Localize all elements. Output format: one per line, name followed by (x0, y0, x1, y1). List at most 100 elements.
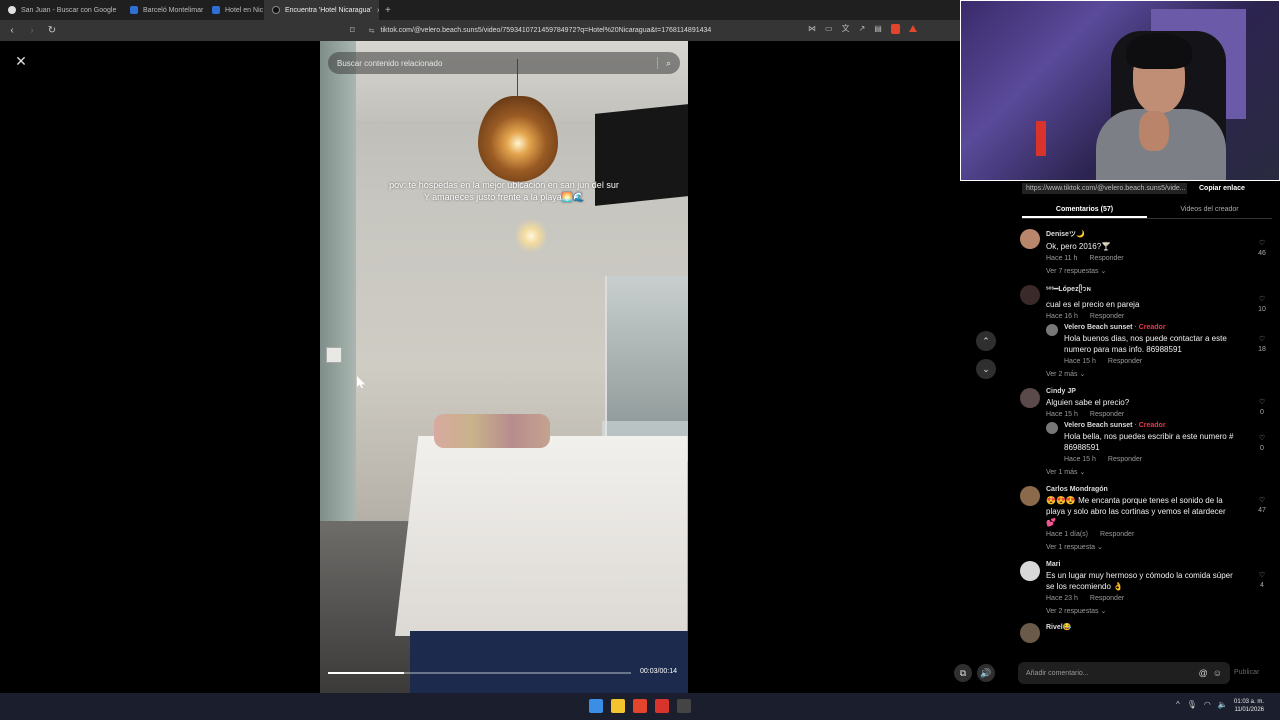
tab-hotel[interactable]: Hotel en Nic (204, 0, 264, 20)
avatar[interactable] (1020, 561, 1040, 581)
tab-tiktok[interactable]: Encuentra 'Hotel Nicaragua' × (264, 0, 379, 20)
start-icon[interactable] (589, 699, 603, 713)
comment-username[interactable]: Carlos Mondragón (1046, 486, 1272, 493)
reply-button[interactable]: Responder (1090, 313, 1124, 320)
comment-time: Hace 15 h (1046, 411, 1078, 418)
comment-text: 😍😍😍 Me encanta porque tenes el sonido de… (1046, 496, 1226, 527)
related-search-input[interactable]: Buscar contenido relacionado ⌕ (328, 52, 680, 74)
google-icon (8, 6, 16, 14)
share-icon[interactable]: ↗ (859, 24, 866, 33)
video-frame-mirror (605, 276, 688, 436)
heart-icon: ♡ (1258, 572, 1266, 579)
publish-button[interactable]: Publicar (1234, 669, 1259, 676)
toolbar-icons: ⋈ ▭ 文 ↗ ▤ (808, 23, 917, 34)
avatar[interactable] (1046, 324, 1058, 336)
creator-reply: Velero Beach sunset · Creador Hola bella… (1046, 422, 1272, 463)
recording-app-icon[interactable] (655, 699, 669, 713)
copy-link-button[interactable]: Copiar enlace (1199, 185, 1245, 192)
reply-button[interactable]: Responder (1100, 531, 1134, 538)
reply-username[interactable]: Velero Beach sunset (1064, 422, 1132, 429)
extension-icon[interactable]: ⋈ (808, 24, 816, 33)
caption-line-2: Y amaneces justo frente a la playa🌅🌊 (423, 192, 585, 202)
webcam-light (1036, 121, 1046, 156)
tab-label: Barceló Montelimar (143, 6, 204, 14)
comment-time: Hace 23 h (1046, 595, 1078, 602)
comment-username[interactable]: Rivel😂 (1046, 623, 1272, 631)
avatar[interactable] (1020, 388, 1040, 408)
site-info-icon[interactable]: ⇆ (369, 27, 375, 35)
new-tab-button[interactable]: + (379, 5, 397, 16)
webcam-person-hand (1139, 111, 1169, 151)
comment-username[interactable]: Deniseツ🌙 (1046, 229, 1272, 239)
caption-line-1: pov: te hospedas en la mejor ubicación e… (389, 180, 619, 190)
back-button[interactable]: ‹ (4, 25, 20, 36)
close-video-button[interactable]: ✕ (12, 52, 30, 70)
reply-username[interactable]: Velero Beach sunset (1064, 324, 1132, 331)
avatar[interactable] (1046, 422, 1058, 434)
video-frame-sconce (516, 216, 546, 256)
like-button[interactable]: ♡ 10 (1256, 295, 1268, 315)
tab-creator-videos[interactable]: Videos del creador (1147, 201, 1272, 218)
microphone-icon[interactable]: 🎙 (1187, 700, 1197, 709)
reply-button[interactable]: Responder (1090, 411, 1124, 418)
bookmark-icon[interactable]: ⌑ (350, 25, 355, 36)
reply-button[interactable]: Responder (1090, 595, 1124, 602)
avatar[interactable] (1020, 285, 1040, 305)
view-replies-button[interactable]: Ver 7 respuestas ⌄ (1046, 267, 1272, 275)
comment-username[interactable]: Mari (1046, 561, 1272, 568)
view-replies-button[interactable]: Ver 2 respuestas ⌄ (1046, 607, 1272, 615)
page-icon (212, 6, 220, 14)
wifi-icon[interactable]: ◠ (1204, 700, 1211, 709)
comment-username[interactable]: ˢᵒˢ━Lópezᥫ᭡ɴ (1046, 285, 1272, 297)
video-frame-bed-base (410, 631, 688, 693)
cast-icon[interactable]: ▭ (825, 24, 833, 33)
url-text[interactable]: tiktok.com/@velero.beach.suns5/video/759… (381, 27, 712, 34)
next-video-button[interactable]: ⌄ (976, 359, 996, 379)
comment-text: Ok, pero 2016?🍸 (1046, 242, 1112, 251)
previous-video-button[interactable]: ⌃ (976, 331, 996, 351)
like-button[interactable]: ♡ 46 (1256, 239, 1268, 259)
tab-comments[interactable]: Comentarios (57) (1022, 201, 1147, 218)
view-replies-button[interactable]: Ver 2 más ⌄ (1046, 370, 1272, 378)
view-replies-button[interactable]: Ver 1 respuesta ⌄ (1046, 543, 1272, 551)
avatar[interactable] (1020, 229, 1040, 249)
comment-username[interactable]: Cindy JP (1046, 388, 1272, 395)
avatar[interactable] (1020, 486, 1040, 506)
settings-icon[interactable] (677, 699, 691, 713)
translate-icon[interactable]: 文 (842, 23, 850, 34)
reload-button[interactable]: ↻ (44, 25, 60, 36)
like-button[interactable]: ♡ 4 (1256, 571, 1268, 591)
autoscroll-button[interactable]: ⧉ (954, 664, 972, 682)
video-player[interactable]: Buscar contenido relacionado ⌕ pov: te h… (320, 41, 688, 693)
brave-browser-icon[interactable] (633, 699, 647, 713)
reply-like-button[interactable]: ♡ 18 (1256, 335, 1268, 355)
speaker-icon[interactable]: 🔈 (1218, 700, 1228, 709)
like-button[interactable]: ♡ 47 (1256, 496, 1268, 516)
brave-rewards-icon[interactable] (908, 25, 917, 32)
brave-shield-icon[interactable] (890, 23, 900, 34)
video-frame-floor (320, 521, 410, 693)
mention-icon[interactable]: @ (1199, 668, 1208, 678)
tray-caret-icon[interactable]: ^ (1176, 700, 1180, 709)
like-button[interactable]: ♡ 0 (1256, 398, 1268, 418)
file-explorer-icon[interactable] (611, 699, 625, 713)
reply-like-button[interactable]: ♡ 0 (1256, 434, 1268, 454)
volume-button[interactable]: 🔊 (977, 664, 995, 682)
search-divider (656, 57, 658, 69)
avatar[interactable] (1020, 623, 1040, 643)
emoji-icon[interactable]: ☺ (1213, 668, 1222, 678)
like-count: 46 (1258, 250, 1266, 257)
clock[interactable]: 01:03 a. m. 11/01/2026 (1234, 698, 1264, 714)
tab-google-search[interactable]: San Juan - Buscar con Google (0, 0, 122, 20)
comment-input[interactable]: Añadir comentario... @ ☺ (1018, 662, 1230, 684)
heart-icon: ♡ (1258, 435, 1266, 442)
sidebar-icon[interactable]: ▤ (874, 24, 882, 33)
share-url[interactable]: https://www.tiktok.com/@velero.beach.sun… (1022, 182, 1187, 194)
search-icon[interactable]: ⌕ (666, 58, 671, 69)
view-replies-button[interactable]: Ver 1 más ⌄ (1046, 468, 1272, 476)
reply-button[interactable]: Responder (1089, 255, 1123, 262)
reply-button[interactable]: Responder (1108, 358, 1142, 365)
forward-button[interactable]: › (24, 25, 40, 36)
video-progress-bar[interactable] (328, 672, 631, 674)
reply-button[interactable]: Responder (1108, 456, 1142, 463)
